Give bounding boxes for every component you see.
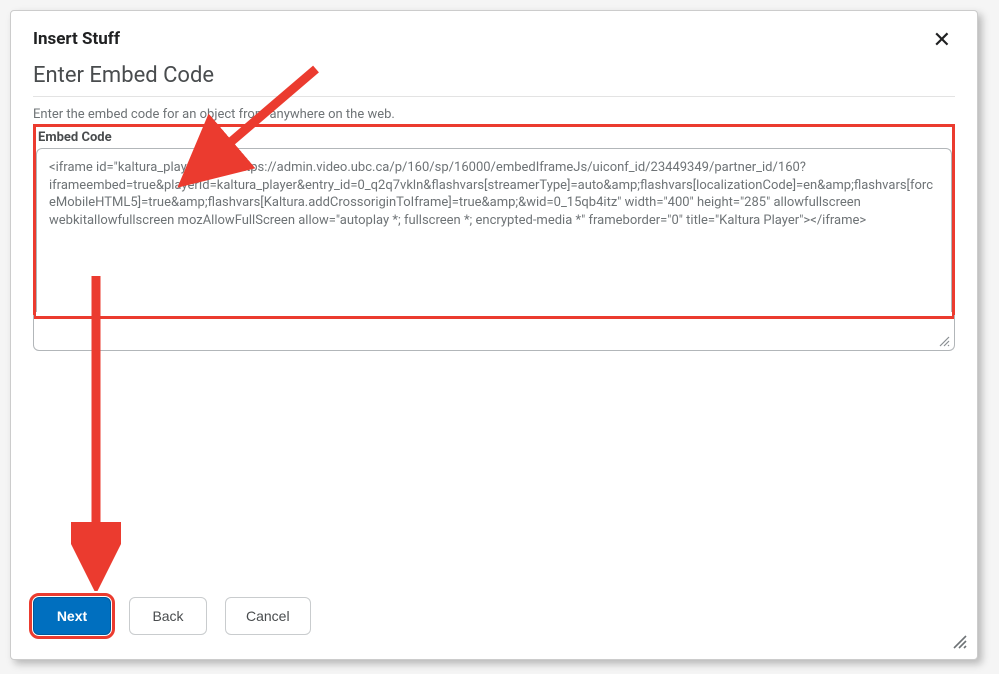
textarea-bottom-extension [33, 315, 955, 351]
help-text: Enter the embed code for an object from … [33, 107, 955, 122]
insert-stuff-dialog: Insert Stuff ✕ Enter Embed Code Enter th… [10, 10, 978, 660]
close-button[interactable]: ✕ [929, 29, 955, 51]
back-button[interactable]: Back [129, 597, 207, 635]
dialog-header: Insert Stuff ✕ [33, 29, 955, 51]
dialog-title: Insert Stuff [33, 29, 120, 49]
cancel-button[interactable]: Cancel [225, 597, 311, 635]
textarea-container [36, 148, 952, 316]
divider [33, 96, 955, 97]
close-icon: ✕ [933, 27, 951, 52]
dialog-subtitle: Enter Embed Code [33, 63, 955, 88]
resize-grip-icon[interactable] [938, 335, 950, 347]
next-button[interactable]: Next [33, 597, 111, 635]
embed-code-label: Embed Code [36, 127, 952, 148]
embed-code-textarea[interactable] [36, 148, 952, 312]
button-row: Next Back Cancel [33, 597, 311, 635]
embed-field-highlight: Embed Code [33, 124, 955, 319]
dialog-resize-grip-icon[interactable] [951, 633, 967, 649]
